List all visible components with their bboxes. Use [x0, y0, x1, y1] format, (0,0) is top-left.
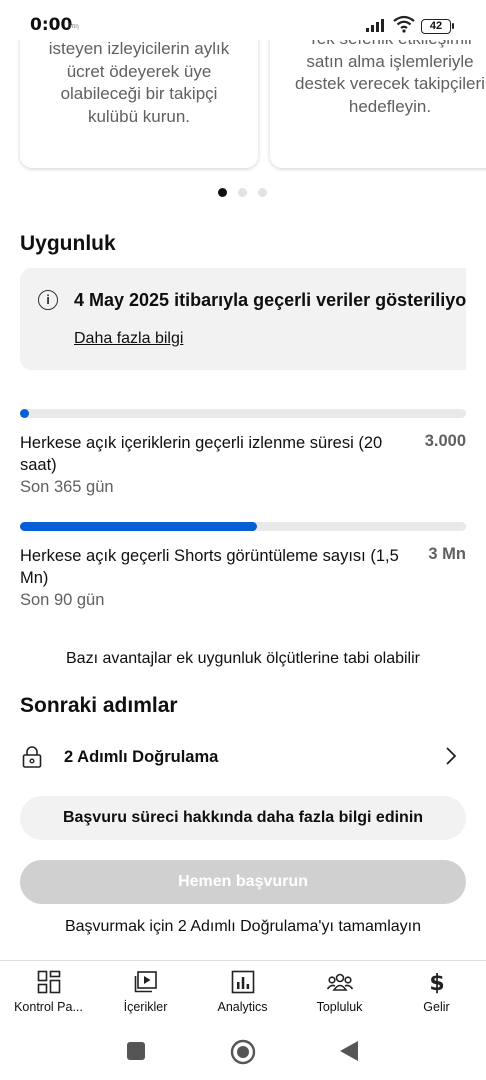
card-text-line: kulübü kurun.: [87, 106, 191, 126]
apply-now-button[interactable]: Hemen başvurun: [20, 860, 466, 904]
recent-apps-icon[interactable]: [127, 1042, 145, 1060]
card-text-line: olabileceği bir takipçi: [60, 84, 218, 103]
bottom-navigation: Kontrol Pa... İçerikler Analytics Toplul…: [0, 960, 486, 1023]
two-step-verification-label: 2 Adımlı Doğrulama: [64, 748, 219, 766]
nav-label: Analytics: [217, 1000, 268, 1014]
apply-hint: Başvurmak için 2 Adımlı Doğrulama'yı tam…: [64, 918, 422, 935]
card-text-line: hedefleyin.: [348, 96, 432, 116]
shorts-views-value: 3 Mn: [428, 545, 466, 563]
more-info-link[interactable]: Daha fazla bilgi: [74, 330, 183, 348]
nav-item-analytics[interactable]: Analytics: [194, 961, 291, 1023]
nav-item-dashboard[interactable]: Kontrol Pa...: [0, 961, 97, 1023]
svg-text:$: $: [429, 971, 444, 994]
community-icon: [326, 973, 353, 991]
info-banner: i 4 May 2025 itibarıyla geçerli veriler …: [20, 268, 466, 370]
two-step-verification-row[interactable]: 2 Adımlı Doğrulama: [0, 736, 486, 778]
battery-tip: [452, 23, 454, 29]
chevron-right-icon: [446, 747, 457, 765]
nav-label: Kontrol Pa...: [14, 1000, 83, 1014]
watch-time-label: Herkese açık içeriklerin geçerli izlenme…: [20, 434, 383, 474]
shorts-views-progress-bar: [20, 522, 466, 531]
wifi-icon: [393, 15, 415, 33]
back-icon[interactable]: [339, 1040, 359, 1062]
nav-label: Gelir: [423, 1000, 450, 1014]
eligibility-note: Bazı avantajlar ek uygunluk ölçütlerine …: [66, 650, 420, 667]
carousel-dot[interactable]: [238, 188, 247, 197]
nav-item-community[interactable]: Topluluk: [291, 961, 388, 1023]
info-icon: i: [38, 290, 58, 310]
nav-item-content[interactable]: İçerikler: [97, 961, 194, 1023]
card-text-line: destek verecek takipçileri: [295, 74, 485, 93]
watch-time-period: Son 365 gün: [20, 478, 114, 496]
card-text-line: satın alma işlemleriyle: [306, 51, 474, 71]
carousel-dot-active[interactable]: [218, 188, 227, 197]
content-icon: [134, 971, 157, 993]
earn-icon: $: [429, 971, 444, 994]
nav-label: Topluluk: [316, 1000, 363, 1014]
nav-label: İçerikler: [123, 1000, 168, 1014]
eligibility-title: Uygunluk: [20, 232, 116, 255]
next-steps-title: Sonraki adımlar: [20, 694, 178, 717]
dashboard-icon: [37, 970, 60, 994]
learn-more-button[interactable]: Başvuru süreci hakkında daha fazla bilgi…: [20, 796, 466, 840]
card-text-line: isteyen izleyicilerin aylık: [48, 39, 230, 58]
system-navigation-bar: [0, 1022, 486, 1080]
watch-time-progress-fill: [20, 409, 29, 418]
status-time: 0:00: [30, 15, 73, 35]
nav-item-earn[interactable]: $ Gelir: [388, 961, 485, 1023]
battery-indicator: 42: [421, 19, 451, 34]
card-text-line: ücret ödeyerek üye: [66, 61, 212, 81]
status-small-text: ϋπη: [68, 24, 79, 30]
watch-time-value: 3.000: [424, 432, 466, 450]
signal-icon: [366, 19, 384, 32]
watch-time-progress-bar: [20, 409, 466, 418]
status-bar: 0:00 ϋπη 42: [0, 0, 486, 40]
lock-icon: [22, 746, 42, 768]
shorts-views-period: Son 90 gün: [20, 591, 105, 609]
info-banner-text: 4 May 2025 itibarıyla geçerli veriler gö…: [74, 290, 466, 310]
shorts-views-label: Herkese açık geçerli Shorts görüntüleme …: [20, 547, 399, 587]
analytics-icon: [231, 970, 254, 994]
carousel-dot[interactable]: [258, 188, 267, 197]
home-icon[interactable]: [230, 1039, 256, 1065]
shorts-views-progress-fill: [20, 522, 257, 531]
